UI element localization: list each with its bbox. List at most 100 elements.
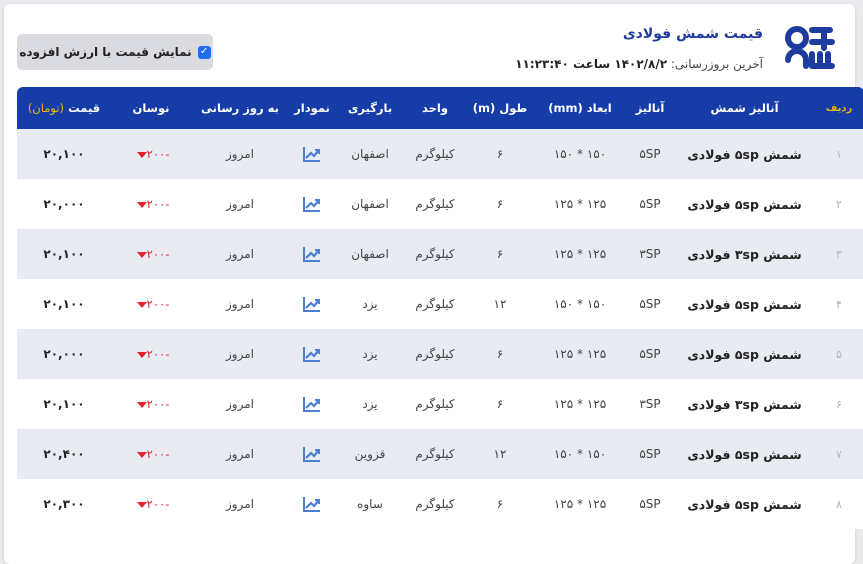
table-row[interactable]: ۳ شمش ۳sp فولادی ۳SP ۱۲۵ * ۱۲۵ ۶ کیلوگرم… — [17, 229, 863, 279]
chart-trend-icon[interactable] — [302, 245, 322, 263]
table-body: ۱ شمش ۵sp فولادی ۵SP ۱۵۰ * ۱۵۰ ۶ کیلوگرم… — [17, 129, 863, 529]
row-chart[interactable] — [289, 179, 335, 229]
table-header-row: ردیف آنالیز شمش آنالیز ابعاد (mm) طول (m… — [17, 87, 863, 129]
row-loading: ساوه — [357, 497, 383, 511]
table-row[interactable]: ۶ شمش ۳sp فولادی ۳SP ۱۲۵ * ۱۲۵ ۶ کیلوگرم… — [17, 379, 863, 429]
row-change: -۲۰۰ — [111, 379, 191, 429]
row-product-name[interactable]: شمش ۵sp فولادی — [675, 479, 814, 529]
col-price-unit: (تومان) — [27, 101, 65, 115]
brand-logo-icon[interactable] — [782, 20, 838, 76]
row-product-name[interactable]: شمش ۵sp فولادی — [675, 179, 814, 229]
row-length: ۱۲ — [493, 297, 507, 311]
col-analysis[interactable]: آنالیز — [625, 87, 675, 129]
row-chart[interactable] — [289, 429, 335, 479]
row-price: ۲۰,۳۰۰ — [43, 497, 85, 511]
arrow-down-icon — [136, 351, 147, 358]
chart-trend-icon[interactable] — [302, 345, 322, 363]
row-price: ۲۰,۰۰۰ — [43, 347, 85, 361]
row-updated: امروز — [226, 497, 254, 511]
card-header: قیمت شمش فولادی آخرین بروزرسانی: ۱۴۰۲/۸/… — [4, 4, 855, 88]
col-change[interactable]: نوسان — [111, 87, 191, 129]
row-length: ۶ — [496, 247, 504, 261]
row-chart[interactable] — [289, 129, 335, 179]
chart-trend-icon[interactable] — [302, 495, 322, 513]
row-price: ۲۰,۰۰۰ — [43, 197, 85, 211]
chart-trend-icon[interactable] — [302, 445, 322, 463]
row-loading: یزد — [362, 347, 378, 361]
row-change-value: -۲۰۰ — [146, 397, 170, 411]
row-chart[interactable] — [289, 329, 335, 379]
vat-toggle-label: نمایش قیمت با ارزش افزوده — [19, 45, 192, 59]
chart-trend-icon[interactable] — [302, 145, 322, 163]
row-dimensions: ۱۲۵ * ۱۲۵ — [553, 247, 607, 261]
row-loading: یزد — [362, 397, 378, 411]
table-row[interactable]: ۷ شمش ۵sp فولادی ۵SP ۱۵۰ * ۱۵۰ ۱۲ کیلوگر… — [17, 429, 863, 479]
row-dimensions: ۱۲۵ * ۱۲۵ — [553, 197, 607, 211]
table-row[interactable]: ۲ شمش ۵sp فولادی ۵SP ۱۲۵ * ۱۲۵ ۶ کیلوگرم… — [17, 179, 863, 229]
row-product-name[interactable]: شمش ۳sp فولادی — [675, 379, 814, 429]
row-change-value: -۲۰۰ — [146, 297, 170, 311]
col-radif[interactable]: ردیف — [814, 87, 863, 129]
row-product-name[interactable]: شمش ۵sp فولادی — [675, 429, 814, 479]
arrow-down-icon — [136, 301, 147, 308]
row-change: -۲۰۰ — [111, 129, 191, 179]
vat-toggle-button[interactable]: ✓ نمایش قیمت با ارزش افزوده — [17, 34, 213, 70]
row-change-value: -۲۰۰ — [146, 197, 170, 211]
row-updated: امروز — [226, 397, 254, 411]
row-analysis: ۵SP — [639, 347, 661, 361]
row-analysis: ۵SP — [639, 297, 661, 311]
col-price[interactable]: قیمت (تومان) — [17, 87, 111, 129]
row-dimensions: ۱۵۰ * ۱۵۰ — [553, 447, 607, 461]
last-updated-value: ۱۴۰۲/۸/۲ ساعت ۱۱:۲۳:۴۰ — [515, 57, 668, 71]
arrow-down-icon — [136, 151, 147, 158]
row-product-name[interactable]: شمش ۳sp فولادی — [675, 229, 814, 279]
row-updated: امروز — [226, 147, 254, 161]
row-product-name[interactable]: شمش ۵sp فولادی — [675, 329, 814, 379]
row-loading: یزد — [362, 297, 378, 311]
row-product-name[interactable]: شمش ۵sp فولادی — [675, 279, 814, 329]
row-loading: اصفهان — [351, 197, 389, 211]
row-updated: امروز — [226, 347, 254, 361]
row-analysis: ۳SP — [639, 247, 661, 261]
row-chart[interactable] — [289, 479, 335, 529]
last-updated: آخرین بروزرسانی: ۱۴۰۲/۸/۲ ساعت ۱۱:۲۳:۴۰ — [515, 57, 763, 71]
arrow-down-icon — [136, 451, 147, 458]
chart-trend-icon[interactable] — [302, 195, 322, 213]
row-change: -۲۰۰ — [111, 229, 191, 279]
table-row[interactable]: ۴ شمش ۵sp فولادی ۵SP ۱۵۰ * ۱۵۰ ۱۲ کیلوگر… — [17, 279, 863, 329]
row-product-name[interactable]: شمش ۵sp فولادی — [675, 129, 814, 179]
row-chart[interactable] — [289, 229, 335, 279]
row-index: ۶ — [836, 397, 842, 411]
row-chart[interactable] — [289, 279, 335, 329]
row-updated: امروز — [226, 297, 254, 311]
chart-trend-icon[interactable] — [302, 295, 322, 313]
row-change: -۲۰۰ — [111, 329, 191, 379]
table-row[interactable]: ۵ شمش ۵sp فولادی ۵SP ۱۲۵ * ۱۲۵ ۶ کیلوگرم… — [17, 329, 863, 379]
row-chart[interactable] — [289, 379, 335, 429]
table-row[interactable]: ۸ شمش ۵sp فولادی ۵SP ۱۲۵ * ۱۲۵ ۶ کیلوگرم… — [17, 479, 863, 529]
col-loading[interactable]: بارگیری — [335, 87, 405, 129]
row-unit: کیلوگرم — [415, 247, 455, 261]
table-row[interactable]: ۱ شمش ۵sp فولادی ۵SP ۱۵۰ * ۱۵۰ ۶ کیلوگرم… — [17, 129, 863, 179]
price-table: ردیف آنالیز شمش آنالیز ابعاد (mm) طول (m… — [17, 87, 863, 529]
chart-trend-icon[interactable] — [302, 395, 322, 413]
row-length: ۶ — [496, 197, 504, 211]
row-updated: امروز — [226, 247, 254, 261]
col-length[interactable]: طول (m) — [465, 87, 535, 129]
col-analysis-name[interactable]: آنالیز شمش — [675, 87, 814, 129]
row-unit: کیلوگرم — [415, 147, 455, 161]
row-price: ۲۰,۴۰۰ — [43, 447, 85, 461]
vat-checkbox[interactable]: ✓ — [197, 45, 211, 59]
page-title: قیمت شمش فولادی — [622, 26, 763, 42]
row-price: ۲۰,۱۰۰ — [43, 147, 85, 161]
row-index: ۳ — [836, 247, 842, 261]
col-dimensions[interactable]: ابعاد (mm) — [535, 87, 625, 129]
row-analysis: ۵SP — [639, 147, 661, 161]
col-updated[interactable]: به روز رسانی — [191, 87, 289, 129]
arrow-down-icon — [136, 251, 147, 258]
col-chart[interactable]: نمودار — [289, 87, 335, 129]
col-unit[interactable]: واحد — [405, 87, 465, 129]
row-dimensions: ۱۵۰ * ۱۵۰ — [553, 147, 607, 161]
row-updated: امروز — [226, 447, 254, 461]
arrow-down-icon — [136, 401, 147, 408]
